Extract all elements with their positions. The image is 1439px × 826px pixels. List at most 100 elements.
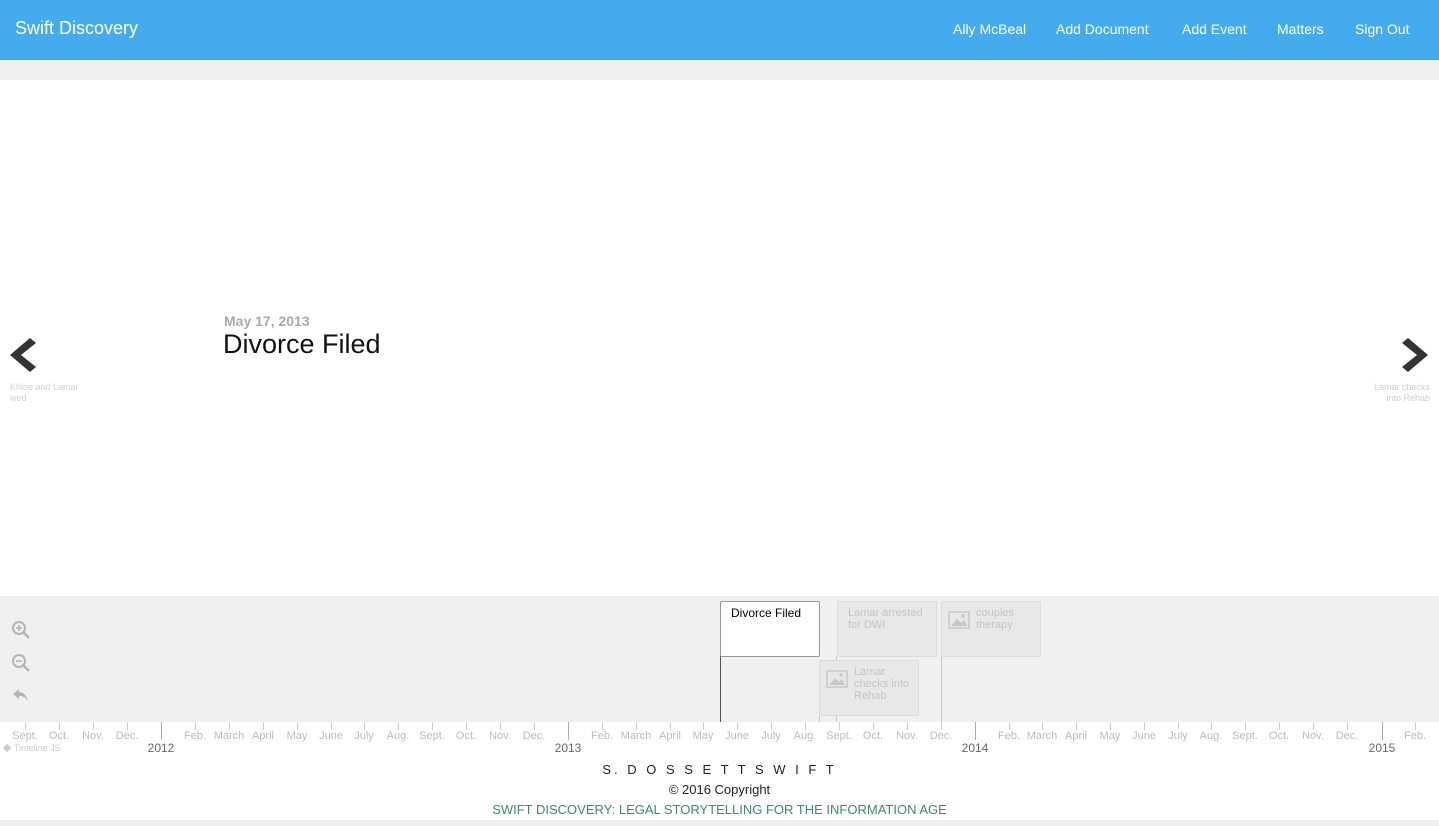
month-tick <box>466 722 467 730</box>
month-label: May <box>286 730 308 742</box>
month-tick <box>127 722 128 730</box>
month-tick <box>364 722 365 730</box>
month-label: March <box>213 730 245 742</box>
month-label: Sept. <box>12 730 38 742</box>
nav-matters[interactable]: Matters <box>1277 21 1324 37</box>
month-label: July <box>354 730 374 742</box>
month-tick <box>771 722 772 730</box>
zoom-out-icon <box>12 654 30 672</box>
month-label: April <box>1064 730 1088 742</box>
month-tick <box>1178 722 1179 730</box>
month-label: Nov. <box>1302 730 1324 742</box>
month-tick <box>1076 722 1077 730</box>
diamond-icon <box>2 743 12 753</box>
month-tick <box>602 722 603 730</box>
nav-add-document[interactable]: Add Document <box>1056 21 1149 37</box>
month-tick <box>297 722 298 730</box>
month-label: Aug. <box>1199 730 1223 742</box>
year-tick <box>975 722 976 740</box>
month-label: Feb. <box>590 730 614 742</box>
next-slide-caption[interactable]: Lamar checks into Rehab <box>1360 382 1430 404</box>
month-label: April <box>251 730 275 742</box>
timeline-navigator[interactable]: Divorce Filed Lamar arrested for DWI cou… <box>0 596 1439 728</box>
month-label: Dec. <box>1335 730 1359 742</box>
month-label: Oct. <box>862 730 884 742</box>
back-to-start-button[interactable] <box>11 686 31 706</box>
year-label: 2014 <box>961 741 989 755</box>
marker-label: Lamar arrested for DWI <box>848 607 923 631</box>
month-label: June <box>1132 730 1156 742</box>
zoom-in-button[interactable] <box>11 620 31 640</box>
month-tick <box>1211 722 1212 730</box>
zoom-in-icon <box>12 621 30 639</box>
slide-title: Divorce Filed <box>223 329 381 359</box>
next-slide-button[interactable] <box>1402 338 1430 377</box>
month-tick <box>534 722 535 730</box>
previous-slide-button[interactable] <box>8 338 36 377</box>
month-label: June <box>725 730 749 742</box>
marker-divorce-filed[interactable]: Divorce Filed <box>720 601 820 657</box>
month-label: Dec. <box>115 730 139 742</box>
month-label: Sept. <box>419 730 445 742</box>
footer-copyright: © 2016 Copyright <box>668 782 771 797</box>
month-tick <box>670 722 671 730</box>
month-label: July <box>1168 730 1188 742</box>
month-tick <box>941 722 942 730</box>
month-label: Nov. <box>896 730 918 742</box>
credit-label: Timeline JS <box>14 743 61 753</box>
month-label: Aug. <box>386 730 410 742</box>
month-tick <box>1042 722 1043 730</box>
timelinejs-credit[interactable]: Timeline JS <box>2 743 61 753</box>
month-tick <box>93 722 94 730</box>
timeline-slider: May 17, 2013 Divorce Filed Khloe and Lam… <box>0 80 1439 596</box>
month-label: May <box>1099 730 1121 742</box>
nav-add-event[interactable]: Add Event <box>1182 21 1247 37</box>
year-label: 2015 <box>1368 741 1396 755</box>
marker-label: Lamar checks into Rehab <box>854 666 910 702</box>
top-navbar: Swift Discovery Ally McBeal Add Document… <box>0 0 1439 60</box>
month-tick <box>805 722 806 730</box>
month-tick <box>1347 722 1348 730</box>
time-axis[interactable]: Timeline JS Sept. Oct. Nov. Dec. Feb. March Ap… <box>0 722 1439 762</box>
month-label: Oct. <box>455 730 477 742</box>
chevron-left-icon <box>10 338 36 372</box>
month-tick <box>873 722 874 730</box>
month-tick <box>25 722 26 730</box>
bottom-spacer <box>0 820 1439 826</box>
marker-lamar-rehab[interactable]: Lamar checks into Rehab <box>819 660 919 716</box>
brand-link[interactable]: Swift Discovery <box>15 18 138 39</box>
month-tick <box>1279 722 1280 730</box>
month-tick <box>398 722 399 730</box>
year-tick <box>1382 722 1383 740</box>
footer-tagline[interactable]: SWIFT DISCOVERY: LEGAL STORYTELLING FOR … <box>0 802 1439 817</box>
month-label: Aug. <box>793 730 817 742</box>
month-label: Nov. <box>82 730 104 742</box>
previous-slide-caption[interactable]: Khloe and Lamar wed <box>10 382 80 404</box>
month-label: March <box>1026 730 1058 742</box>
month-tick <box>1110 722 1111 730</box>
month-label: Sept. <box>826 730 852 742</box>
month-tick <box>636 722 637 730</box>
month-tick <box>263 722 264 730</box>
year-tick <box>568 722 569 740</box>
month-tick <box>229 722 230 730</box>
marker-couples-therapy[interactable]: couples therapy <box>941 601 1041 657</box>
nav-sign-out[interactable]: Sign Out <box>1355 21 1409 37</box>
month-label: Oct. <box>48 730 70 742</box>
month-tick <box>331 722 332 730</box>
marker-lamar-arrested[interactable]: Lamar arrested for DWI <box>837 601 937 657</box>
month-label: Dec. <box>929 730 953 742</box>
marker-line <box>720 656 721 724</box>
month-label: Feb. <box>183 730 207 742</box>
month-tick <box>1009 722 1010 730</box>
month-tick <box>500 722 501 730</box>
month-tick <box>1245 722 1246 730</box>
nav-user[interactable]: Ally McBeal <box>953 21 1026 37</box>
slide-date: May 17, 2013 <box>224 313 310 329</box>
month-tick <box>703 722 704 730</box>
zoom-out-button[interactable] <box>11 653 31 673</box>
month-label: July <box>761 730 781 742</box>
month-label: Dec. <box>522 730 546 742</box>
month-tick <box>195 722 196 730</box>
year-tick <box>161 722 162 740</box>
